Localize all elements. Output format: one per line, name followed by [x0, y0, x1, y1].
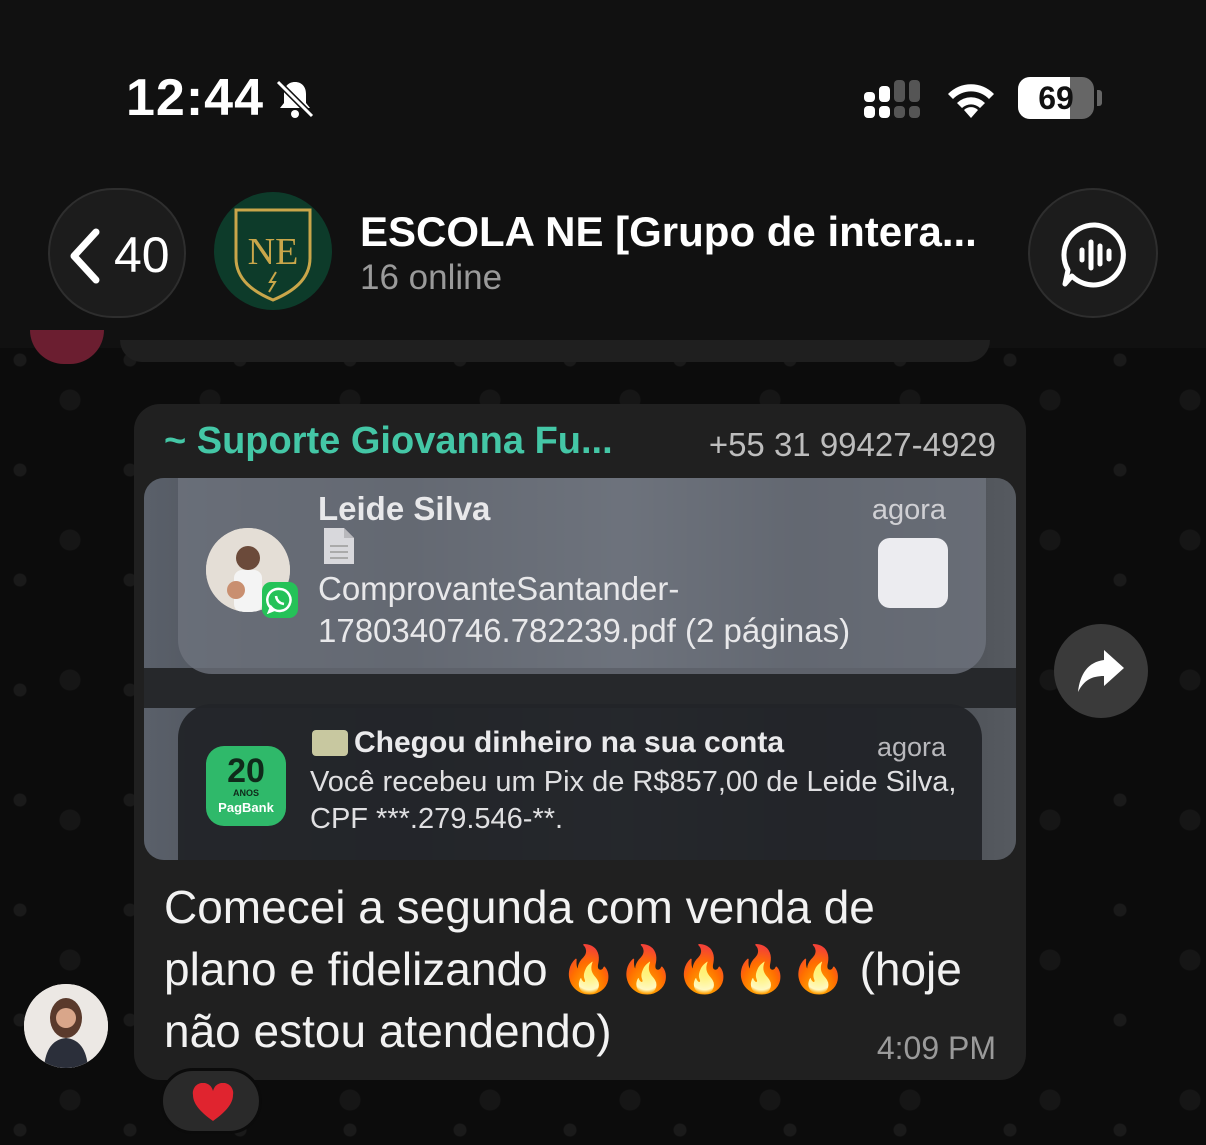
message-text: Comecei a segunda com venda de plano e f…	[164, 881, 962, 1057]
share-arrow-icon	[1078, 650, 1124, 692]
online-count: 16 online	[360, 258, 503, 297]
heart-reaction[interactable]	[160, 1068, 262, 1134]
message-bubble[interactable]: ~ Suporte Giovanna Fu... +55 31 99427-49…	[134, 404, 1026, 1080]
unread-count: 40	[114, 227, 170, 283]
chevron-left-icon	[70, 228, 100, 284]
bell-slash-icon	[275, 79, 315, 119]
message-time: 4:09 PM	[876, 1030, 996, 1066]
heart-icon	[192, 1083, 234, 1121]
notification-body: ComprovanteSantander-1780340746.782239.p…	[318, 570, 851, 649]
forward-button[interactable]	[1054, 624, 1148, 718]
wifi-icon	[948, 84, 994, 118]
notification-title: Chegou dinheiro na sua conta	[354, 726, 785, 759]
document-icon	[324, 528, 354, 564]
status-time: 12:44	[126, 69, 264, 127]
group-title[interactable]: ESCOLA NE [Grupo de intera...	[360, 208, 980, 256]
whatsapp-notification: Leide Silva agora ComprovanteSantander-1…	[178, 478, 986, 674]
status-bar: 12:44 69	[0, 0, 1206, 170]
pagbank-notification: 20 ANOS PagBank Chegou dinheiro na sua c…	[178, 704, 982, 860]
sender-phone[interactable]: +55 31 99427-4929	[709, 426, 996, 464]
message-image[interactable]: Leide Silva agora ComprovanteSantander-1…	[144, 478, 1016, 860]
battery-icon: 69	[1018, 77, 1102, 119]
battery-percentage: 69	[1038, 80, 1074, 116]
sender-name[interactable]: ~ Suporte Giovanna Fu...	[164, 420, 613, 463]
pagbank-logo: 20 ANOS PagBank	[206, 746, 286, 826]
sender-avatar[interactable]	[24, 984, 108, 1068]
previous-message-bubble[interactable]	[120, 340, 990, 362]
money-bill-icon	[312, 730, 348, 756]
cellular-signal-icon	[864, 80, 920, 118]
voice-chat-button[interactable]	[1028, 188, 1158, 318]
notification-body: Você recebeu um Pix de R$857,00 de Leide…	[310, 766, 957, 835]
back-button[interactable]: 40	[48, 188, 186, 318]
notification-sender: Leide Silva	[318, 490, 491, 527]
svg-text:NE: NE	[248, 231, 299, 273]
voice-chat-icon	[1061, 222, 1126, 288]
group-avatar[interactable]: NE	[214, 192, 332, 310]
chat-header: 40 NE ESCOLA NE [Grupo de intera... 16 o…	[0, 170, 1206, 348]
shield-logo-icon: NE	[234, 208, 312, 302]
notification-time: agora	[876, 732, 946, 762]
whatsapp-business-icon	[262, 582, 298, 618]
notification-time: agora	[871, 494, 946, 526]
document-thumbnail	[878, 538, 948, 608]
